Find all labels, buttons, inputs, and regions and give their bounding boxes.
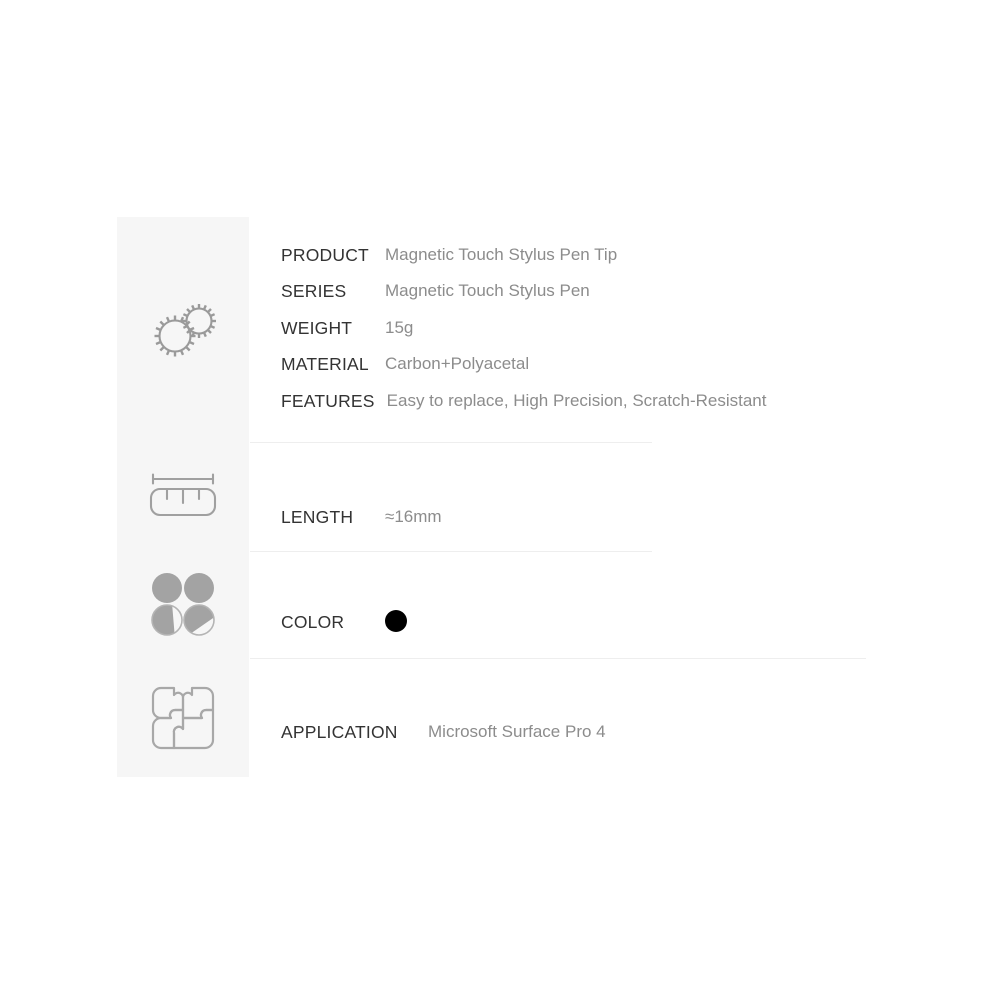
icon-cell-color [117,550,249,658]
icon-cell-length [117,439,249,550]
spec-label-color: COLOR [281,612,345,632]
icon-column [117,217,249,777]
spec-label-features: FEATURES [281,391,375,411]
spec-row-series: SERIES Magnetic Touch Stylus Pen [281,277,590,305]
divider-after-length [250,551,652,552]
spec-row-color: COLOR [281,608,407,636]
color-swatches-icon [151,573,215,636]
spec-row-features: FEATURES Easy to replace, High Precision,… [281,387,766,415]
spec-label-series: SERIES [281,281,347,301]
spec-label-application: APPLICATION [281,722,398,742]
puzzle-icon [151,686,215,749]
spec-value-weight: 15g [385,318,414,337]
spec-value-features: Easy to replace, High Precision, Scratch… [386,391,767,410]
color-swatch-black [385,610,407,632]
ruler-icon [149,472,217,516]
icon-cell-application [117,658,249,777]
spec-row-material: MATERIAL Carbon+Polyacetal [281,350,529,378]
spec-row-product: PRODUCT Magnetic Touch Stylus Pen Tip [281,241,617,269]
gears-icon [154,304,216,357]
divider-after-color [250,658,866,659]
spec-value-material: Carbon+Polyacetal [385,354,530,373]
divider-after-specs [250,442,652,443]
spec-label-material: MATERIAL [281,354,369,374]
product-spec-sheet: PRODUCT Magnetic Touch Stylus Pen Tip SER… [0,0,1000,1000]
spec-value-product: Magnetic Touch Stylus Pen Tip [385,245,618,264]
spec-value-application: Microsoft Surface Pro 4 [428,722,606,741]
spec-label-weight: WEIGHT [281,318,353,338]
spec-row-application: APPLICATION Microsoft Surface Pro 4 [281,718,606,746]
spec-label-product: PRODUCT [281,245,369,265]
spec-value-series: Magnetic Touch Stylus Pen [385,281,590,300]
icon-cell-specs [117,217,249,439]
spec-label-length: LENGTH [281,507,354,527]
spec-value-length: ≈16mm [385,507,442,526]
spec-row-length: LENGTH ≈16mm [281,503,442,531]
spec-row-weight: WEIGHT 15g [281,314,413,342]
